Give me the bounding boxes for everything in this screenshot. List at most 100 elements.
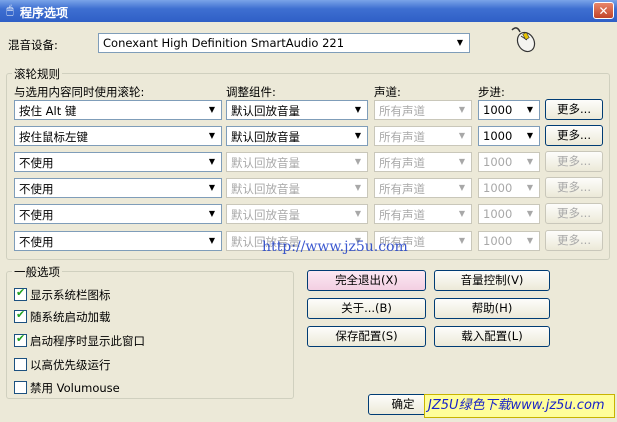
chevron-down-icon: ▼ (456, 38, 464, 47)
window-title: 程序选项 (20, 6, 69, 20)
step-value: 1000 (483, 181, 513, 195)
close-button[interactable]: ✕ (593, 2, 614, 19)
step-header: 步进: (478, 85, 505, 99)
general-options-label: 一般选项 (12, 264, 62, 280)
step-select[interactable]: 1000 ▼ (478, 100, 540, 120)
chevron-down-icon: ▼ (526, 236, 534, 245)
channel-select[interactable]: 所有声道 ▼ (374, 178, 472, 198)
step-select[interactable]: 1000 ▼ (478, 231, 540, 251)
chevron-down-icon: ▼ (458, 183, 466, 192)
option-checkbox[interactable]: ✔ (14, 286, 27, 301)
more-button[interactable]: 更多... (545, 203, 603, 224)
channel-value: 所有声道 (379, 156, 425, 170)
modifier-value: 不使用 (19, 235, 54, 249)
modifier-select[interactable]: 按住鼠标左键 ▼ (14, 126, 222, 146)
more-button[interactable]: 更多... (545, 177, 603, 198)
channel-header: 声道: (374, 85, 401, 99)
chevron-down-icon: ▼ (354, 131, 362, 140)
chevron-down-icon: ▼ (208, 183, 216, 192)
option-label: 禁用 Volumouse (30, 381, 120, 395)
component-select[interactable]: 默认回放音量 ▼ (226, 152, 368, 172)
about-button[interactable]: 关于...(B) (307, 298, 426, 319)
option-checkbox[interactable]: ✔ (14, 332, 27, 347)
step-value: 1000 (483, 103, 513, 117)
help-button[interactable]: 帮助(H) (434, 298, 550, 319)
chevron-down-icon: ▼ (208, 209, 216, 218)
chevron-down-icon: ▼ (354, 183, 362, 192)
exit-button[interactable]: 完全退出(X) (307, 270, 426, 291)
step-select[interactable]: 1000 ▼ (478, 126, 540, 146)
mixer-value: Conexant High Definition SmartAudio 221 (103, 36, 345, 50)
component-select[interactable]: 默认回放音量 ▼ (226, 100, 368, 120)
chevron-down-icon: ▼ (354, 105, 362, 114)
channel-value: 所有声道 (379, 208, 425, 222)
chevron-down-icon: ▼ (354, 209, 362, 218)
component-select[interactable]: 默认回放音量 ▼ (226, 126, 368, 146)
modifier-select[interactable]: 不使用 ▼ (14, 152, 222, 172)
options-window: 🖱 程序选项 ✕ 混音设备: Conexant High Definition … (0, 0, 617, 422)
option-checkbox[interactable] (14, 358, 27, 371)
chevron-down-icon: ▼ (526, 131, 534, 140)
more-button[interactable]: 更多... (545, 99, 603, 120)
step-select[interactable]: 1000 ▼ (478, 204, 540, 224)
chevron-down-icon: ▼ (458, 209, 466, 218)
component-select[interactable]: 默认回放音量 ▼ (226, 204, 368, 224)
option-label: 启动程序时显示此窗口 (30, 334, 145, 348)
component-value: 默认回放音量 (231, 104, 300, 118)
modifier-value: 不使用 (19, 182, 54, 196)
chevron-down-icon: ▼ (458, 105, 466, 114)
step-value: 1000 (483, 234, 513, 248)
checkmark-icon: ✔ (16, 332, 26, 345)
chevron-down-icon: ▼ (208, 131, 216, 140)
modifier-value: 按住鼠标左键 (19, 130, 88, 144)
modifier-select[interactable]: 不使用 ▼ (14, 178, 222, 198)
option-checkbox[interactable] (14, 381, 27, 394)
modifier-value: 不使用 (19, 156, 54, 170)
site-banner: JZ5U绿色下载www.jz5u.com (424, 394, 615, 418)
mouse-device-icon (508, 24, 538, 54)
chevron-down-icon: ▼ (526, 209, 534, 218)
component-select[interactable]: 默认回放音量 ▼ (226, 178, 368, 198)
step-value: 1000 (483, 155, 513, 169)
step-select[interactable]: 1000 ▼ (478, 178, 540, 198)
component-value: 默认回放音量 (231, 182, 300, 196)
chevron-down-icon: ▼ (526, 183, 534, 192)
channel-select[interactable]: 所有声道 ▼ (374, 100, 472, 120)
option-checkbox[interactable]: ✔ (14, 308, 27, 323)
volume-control-button[interactable]: 音量控制(V) (434, 270, 550, 291)
more-button[interactable]: 更多... (545, 125, 603, 146)
channel-select[interactable]: 所有声道 ▼ (374, 204, 472, 224)
step-value: 1000 (483, 207, 513, 221)
modifier-select[interactable]: 不使用 ▼ (14, 204, 222, 224)
modifier-select[interactable]: 不使用 ▼ (14, 231, 222, 251)
watermark-text: http://www.jz5u.com (262, 239, 408, 255)
option-label: 显示系统栏图标 (30, 288, 111, 302)
chevron-down-icon: ▼ (208, 105, 216, 114)
mixer-select[interactable]: Conexant High Definition SmartAudio 221 … (98, 33, 470, 53)
chevron-down-icon: ▼ (458, 157, 466, 166)
channel-select[interactable]: 所有声道 ▼ (374, 152, 472, 172)
channel-value: 所有声道 (379, 182, 425, 196)
title-bar[interactable]: 🖱 程序选项 ✕ (0, 0, 617, 22)
chevron-down-icon: ▼ (526, 157, 534, 166)
load-config-button[interactable]: 载入配置(L) (434, 326, 550, 347)
mixer-label: 混音设备: (8, 38, 58, 52)
channel-select[interactable]: 所有声道 ▼ (374, 126, 472, 146)
step-select[interactable]: 1000 ▼ (478, 152, 540, 172)
modifier-select[interactable]: 按住 Alt 键 ▼ (14, 100, 222, 120)
component-value: 默认回放音量 (231, 130, 300, 144)
component-header: 调整组件: (226, 85, 276, 99)
chevron-down-icon: ▼ (354, 157, 362, 166)
more-button[interactable]: 更多... (545, 230, 603, 251)
option-label: 随系统启动加载 (30, 310, 111, 324)
more-button[interactable]: 更多... (545, 151, 603, 172)
save-config-button[interactable]: 保存配置(S) (307, 326, 426, 347)
chevron-down-icon: ▼ (458, 131, 466, 140)
chevron-down-icon: ▼ (208, 236, 216, 245)
wheel-rules-label: 滚轮规则 (12, 66, 62, 82)
modifier-value: 按住 Alt 键 (19, 104, 77, 118)
component-value: 默认回放音量 (231, 208, 300, 222)
option-label: 以高优先级运行 (30, 358, 111, 372)
channel-value: 所有声道 (379, 130, 425, 144)
checkmark-icon: ✔ (16, 308, 26, 321)
